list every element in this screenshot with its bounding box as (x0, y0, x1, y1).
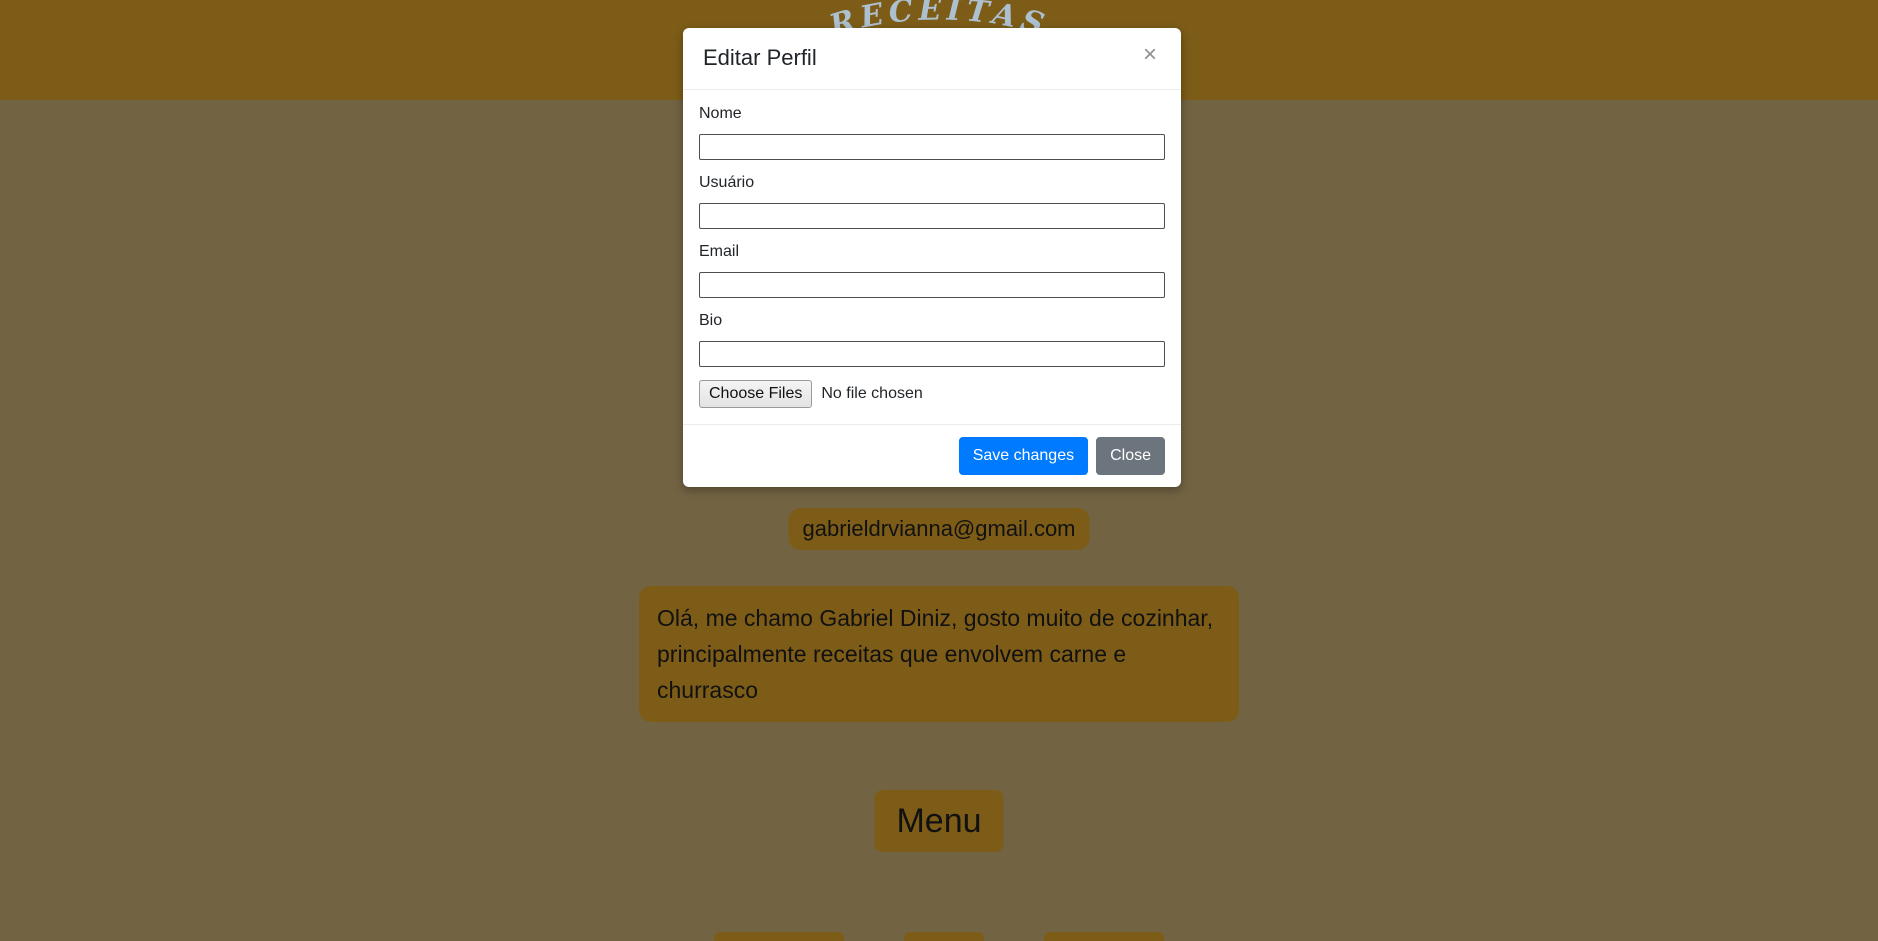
file-input-row[interactable]: Choose Files No file chosen (699, 380, 1165, 409)
bottom-nav-item-3[interactable] (1044, 932, 1164, 941)
file-status-text: No file chosen (821, 385, 923, 403)
nome-input[interactable] (699, 133, 1165, 160)
menu-button[interactable]: Menu (874, 790, 1004, 852)
profile-bio: Olá, me chamo Gabriel Diniz, gosto muito… (639, 586, 1239, 722)
save-changes-button[interactable]: Save changes (958, 437, 1089, 476)
label-usuario: Usuário (699, 173, 755, 191)
close-button[interactable]: Close (1096, 437, 1165, 476)
edit-profile-modal: Editar Perfil × Nome Usuário Email Bio C… (683, 28, 1181, 488)
bottom-nav (0, 931, 1878, 941)
choose-files-button[interactable]: Choose Files (699, 380, 813, 409)
label-nome: Nome (699, 104, 742, 122)
modal-title: Editar Perfil (703, 45, 817, 70)
label-email: Email (699, 242, 740, 260)
bottom-nav-item-1[interactable] (714, 932, 844, 941)
profile-email: gabrieldrvianna@gmail.com (788, 508, 1090, 550)
modal-body: Nome Usuário Email Bio Choose Files No f… (683, 90, 1181, 425)
close-icon[interactable]: × (1139, 43, 1161, 67)
usuario-input[interactable] (699, 202, 1165, 229)
modal-footer: Save changes Close (683, 424, 1181, 487)
email-input[interactable] (699, 272, 1165, 299)
label-bio: Bio (699, 312, 723, 330)
bottom-nav-item-2[interactable] (904, 932, 984, 941)
modal-header: Editar Perfil × (683, 28, 1181, 90)
bio-input[interactable] (699, 341, 1165, 368)
